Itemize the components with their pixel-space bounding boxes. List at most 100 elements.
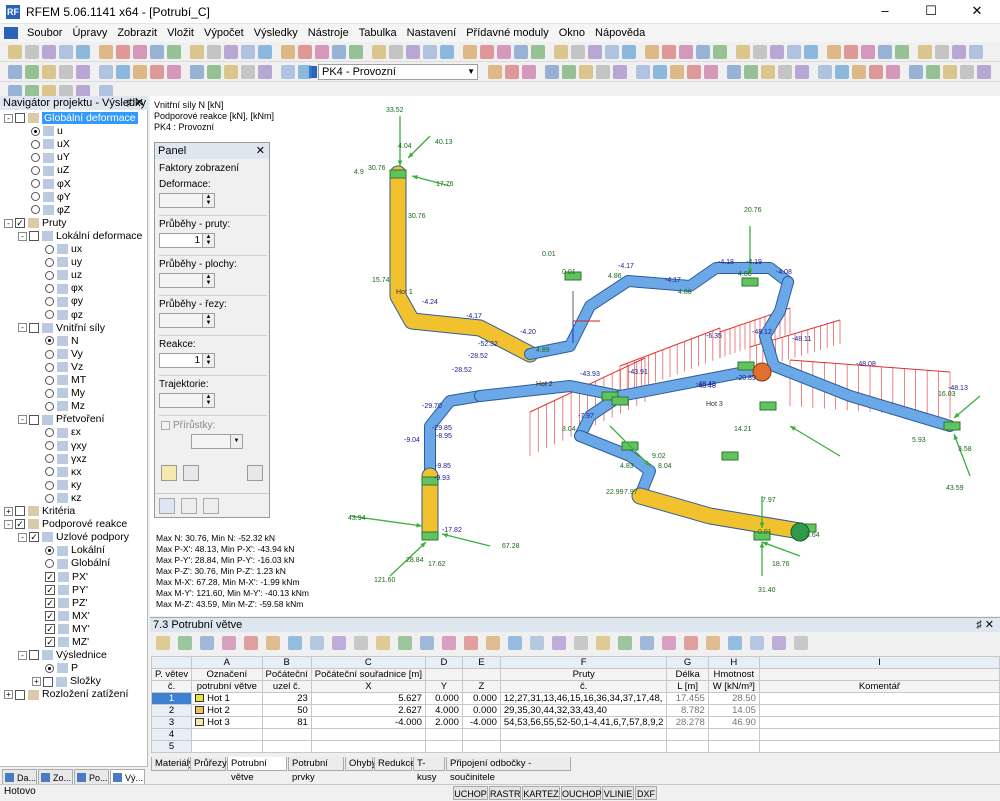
status-toggle-button[interactable]: KARTEZ [522, 786, 560, 800]
toolbar-button-icon[interactable] [406, 45, 420, 59]
table-cell[interactable] [424, 728, 463, 741]
tree-item[interactable]: εx [32, 426, 81, 439]
toolbar-button-icon[interactable] [713, 45, 727, 59]
toolbar-button-icon[interactable] [761, 65, 775, 79]
toolbar-button-icon[interactable] [704, 65, 718, 79]
table-cell[interactable]: 0.000 [424, 692, 463, 705]
toolbar-button-icon[interactable] [645, 45, 659, 59]
checkbox[interactable]: ✓ [45, 571, 55, 582]
table-cell[interactable] [499, 728, 668, 741]
checkbox[interactable] [43, 676, 53, 687]
expander-icon[interactable]: - [18, 650, 27, 660]
table-cell[interactable] [424, 740, 463, 753]
toolbar-button-icon[interactable] [241, 45, 255, 59]
toolbar-button-icon[interactable] [207, 65, 221, 79]
tree-item[interactable]: Vz [32, 361, 83, 374]
toolbar-button-icon[interactable] [190, 65, 204, 79]
toolbar-button-icon[interactable] [522, 65, 536, 79]
radio-button[interactable] [45, 480, 54, 490]
table-row[interactable]: 1 Hot 1 23 5.627 0.000 0.000 12,27,31,13,46,15… [150, 692, 1000, 705]
toolbar-button-icon[interactable] [696, 45, 710, 59]
table-cell[interactable] [666, 740, 709, 753]
table-toolbar-button-icon[interactable] [750, 636, 764, 650]
toolbar-button-icon[interactable] [281, 65, 295, 79]
table-cell[interactable] [461, 740, 501, 753]
table-cell[interactable]: 50 [261, 704, 312, 717]
toolbar-button-icon[interactable] [116, 45, 130, 59]
toolbar-button-icon[interactable] [554, 45, 568, 59]
toolbar-button-icon[interactable] [653, 65, 667, 79]
radio-button[interactable] [45, 349, 54, 359]
toolbar-button-icon[interactable] [952, 45, 966, 59]
table-cell[interactable]: 4.000 [424, 704, 463, 717]
checkbox[interactable] [15, 113, 25, 124]
tree-item[interactable]: γxz [32, 453, 87, 466]
radio-button[interactable] [45, 244, 54, 254]
menu-item[interactable]: Nápověda [590, 24, 650, 42]
table-cell[interactable]: 14.05 [707, 704, 760, 717]
table-toolbar-button-icon[interactable] [684, 636, 698, 650]
toolbar-button-icon[interactable] [423, 45, 437, 59]
menu-item[interactable]: Okno [554, 24, 590, 42]
tree-item[interactable]: P [32, 662, 78, 675]
table-cell[interactable] [310, 740, 426, 753]
toolbar-button-icon[interactable] [571, 45, 585, 59]
toolbar-button-icon[interactable] [281, 45, 295, 59]
toolbar-button-icon[interactable] [670, 65, 684, 79]
toolbar-button-icon[interactable] [835, 65, 849, 79]
toolbar-button-icon[interactable] [190, 45, 204, 59]
table-toolbar-button-icon[interactable] [442, 636, 456, 650]
status-toggle-button[interactable]: RASTR [489, 786, 521, 800]
toolbar-button-icon[interactable] [727, 65, 741, 79]
expander-icon[interactable]: - [4, 519, 13, 529]
tree-item[interactable]: φy [32, 295, 83, 308]
tree-item[interactable]: φx [32, 282, 83, 295]
close-icon[interactable]: ✕ [256, 143, 265, 159]
tree-item[interactable]: ✓ MZ' [32, 636, 89, 649]
toolbar-button-icon[interactable] [8, 45, 22, 59]
radio-button[interactable] [31, 126, 40, 136]
table-cell[interactable] [758, 728, 1000, 741]
table-toolbar-button-icon[interactable] [706, 636, 720, 650]
radio-button[interactable] [45, 441, 54, 451]
radio-button[interactable] [45, 310, 54, 320]
toolbar-button-icon[interactable] [918, 45, 932, 59]
toolbar-button-icon[interactable] [207, 45, 221, 59]
table-cell[interactable]: 0.000 [461, 692, 501, 705]
table-tab[interactable]: Připojení odbočky - součinitele [446, 757, 571, 783]
tree-item[interactable]: - Výslednice [18, 649, 107, 662]
table-toolbar-button-icon[interactable] [420, 636, 434, 650]
graphics-viewport[interactable]: Vnitřní síly N [kN] Podporové reakce [kN… [150, 96, 1000, 616]
tree-item[interactable]: - Vnitřní síly [18, 322, 105, 335]
lock-icon[interactable] [247, 465, 263, 481]
toolbar-button-icon[interactable] [736, 45, 750, 59]
table-cell[interactable]: 46.90 [707, 716, 760, 729]
tree-item[interactable]: Lokální [32, 544, 105, 557]
tree-item[interactable]: - Přetvoření [18, 413, 104, 426]
toolbar-button-icon[interactable] [531, 45, 545, 59]
toolbar-button-icon[interactable] [579, 65, 593, 79]
toolbar-button-icon[interactable] [861, 45, 875, 59]
expander-icon[interactable]: - [18, 532, 27, 542]
menu-item[interactable]: Soubor [22, 24, 67, 42]
toolbar-button-icon[interactable] [241, 65, 255, 79]
toolbar-button-icon[interactable] [372, 45, 386, 59]
table-toolbar-button-icon[interactable] [728, 636, 742, 650]
radio-button[interactable] [45, 375, 54, 385]
toolbar-button-icon[interactable] [687, 65, 701, 79]
radio-button[interactable] [45, 493, 54, 503]
increments-checkbox[interactable]: Přírůstky: [161, 420, 215, 431]
table-cell[interactable]: Hot 3 [191, 716, 263, 729]
table-row[interactable]: 3 Hot 3 81 -4.000 2.000 -4.000 54,53,56,55,52-… [150, 716, 1000, 729]
table-cell[interactable] [758, 740, 1000, 753]
toolbar-button-icon[interactable] [59, 45, 73, 59]
table-toolbar-button-icon[interactable] [574, 636, 588, 650]
table-cell[interactable] [499, 740, 668, 753]
radio-button[interactable] [45, 284, 54, 294]
expander-icon[interactable]: + [4, 690, 13, 700]
tree-item[interactable]: + Složky [32, 675, 101, 688]
table-toolbar-button-icon[interactable] [178, 636, 192, 650]
radio-button[interactable] [45, 257, 54, 267]
radio-button[interactable] [45, 546, 54, 556]
toolbar-button-icon[interactable] [795, 65, 809, 79]
